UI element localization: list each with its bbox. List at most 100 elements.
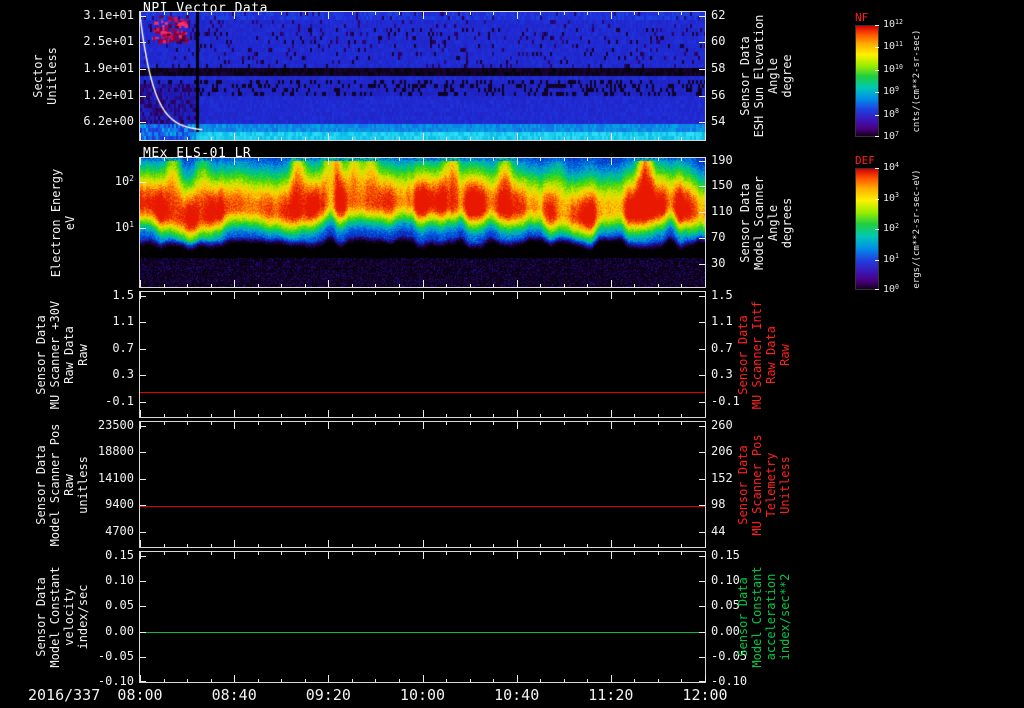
x-tick xyxy=(634,679,635,682)
x-tick xyxy=(611,552,612,559)
x-tick xyxy=(305,552,306,555)
x-tick xyxy=(470,284,471,287)
x-tick xyxy=(446,422,447,425)
x-tick-label: 11:20 xyxy=(588,686,634,704)
colorbar-tick xyxy=(875,136,879,137)
y-tick xyxy=(140,452,146,453)
x-tick xyxy=(164,544,165,547)
x-tick xyxy=(493,12,494,15)
y-tick xyxy=(699,264,705,265)
x-tick xyxy=(187,158,188,161)
x-tick xyxy=(564,292,565,295)
def-colorbar-units-label: ergs/(cm**2-sr-sec-eV) xyxy=(912,49,922,409)
x-tick-label: 10:00 xyxy=(399,686,446,704)
x-tick xyxy=(470,137,471,140)
x-tick xyxy=(564,679,565,682)
x-tick xyxy=(517,280,518,287)
x-tick xyxy=(658,422,659,425)
x-tick xyxy=(234,410,235,417)
x-tick xyxy=(564,552,565,555)
x-tick xyxy=(493,158,494,161)
y-tick xyxy=(699,238,705,239)
x-tick xyxy=(658,552,659,555)
x-tick xyxy=(423,280,424,287)
y-tick xyxy=(699,16,705,17)
x-tick xyxy=(352,137,353,140)
y-tick xyxy=(140,479,146,480)
x-tick xyxy=(587,12,588,15)
x-tick xyxy=(281,414,282,417)
y-tick xyxy=(699,161,705,162)
x-tick xyxy=(258,158,259,161)
x-tick xyxy=(140,158,141,165)
x-tick xyxy=(446,12,447,15)
x-tick xyxy=(681,137,682,140)
x-tick xyxy=(399,422,400,425)
y-tick xyxy=(140,122,146,123)
x-tick xyxy=(164,284,165,287)
y-tick-label-left: 1.2e+01 xyxy=(83,87,134,102)
els-spectrogram-canvas xyxy=(140,158,705,287)
x-tick xyxy=(634,552,635,555)
y-tick xyxy=(140,426,146,427)
panel-model-constant-right-axis-label-line: acceleration xyxy=(764,573,778,661)
x-tick xyxy=(493,284,494,287)
x-tick xyxy=(375,414,376,417)
x-tick xyxy=(611,675,612,682)
x-tick xyxy=(446,679,447,682)
y-tick xyxy=(140,349,146,350)
y-tick xyxy=(699,532,705,533)
x-tick xyxy=(634,414,635,417)
x-tick xyxy=(681,544,682,547)
x-tick xyxy=(517,133,518,140)
x-tick xyxy=(493,292,494,295)
x-tick xyxy=(281,679,282,682)
x-tick xyxy=(681,12,682,15)
colorbar-tick xyxy=(875,25,879,26)
x-tick xyxy=(587,158,588,161)
x-tick xyxy=(211,422,212,425)
x-tick xyxy=(375,12,376,15)
x-tick xyxy=(281,292,282,295)
x-tick xyxy=(564,137,565,140)
x-tick xyxy=(681,552,682,555)
x-tick xyxy=(611,133,612,140)
x-tick xyxy=(705,675,706,682)
x-tick xyxy=(258,137,259,140)
x-tick xyxy=(352,552,353,555)
x-tick xyxy=(164,137,165,140)
x-tick xyxy=(540,284,541,287)
colorbar-tick xyxy=(875,70,879,71)
x-tick xyxy=(328,422,329,429)
x-tick xyxy=(611,422,612,429)
x-tick xyxy=(187,422,188,425)
x-tick-label: 12:00 xyxy=(682,686,728,704)
y-tick xyxy=(699,69,705,70)
x-tick xyxy=(375,552,376,555)
x-tick xyxy=(540,414,541,417)
x-tick xyxy=(564,544,565,547)
y-tick xyxy=(699,212,705,213)
x-tick xyxy=(681,422,682,425)
x-tick xyxy=(211,158,212,161)
x-tick xyxy=(328,552,329,559)
colorbar-tick xyxy=(875,115,879,116)
x-tick xyxy=(305,422,306,425)
y-tick xyxy=(699,632,705,633)
x-tick xyxy=(423,422,424,429)
x-tick xyxy=(328,280,329,287)
x-tick xyxy=(658,292,659,295)
x-tick xyxy=(446,414,447,417)
x-tick xyxy=(281,544,282,547)
x-tick xyxy=(281,552,282,555)
x-tick xyxy=(211,284,212,287)
panel-model-constant-right-axis-label-line: Sensor Data xyxy=(736,577,750,657)
y-tick xyxy=(140,581,146,582)
x-tick xyxy=(328,158,329,165)
x-tick xyxy=(634,422,635,425)
x-tick xyxy=(470,422,471,425)
x-tick xyxy=(258,544,259,547)
x-tick xyxy=(328,675,329,682)
x-tick xyxy=(164,552,165,555)
x-tick xyxy=(564,284,565,287)
